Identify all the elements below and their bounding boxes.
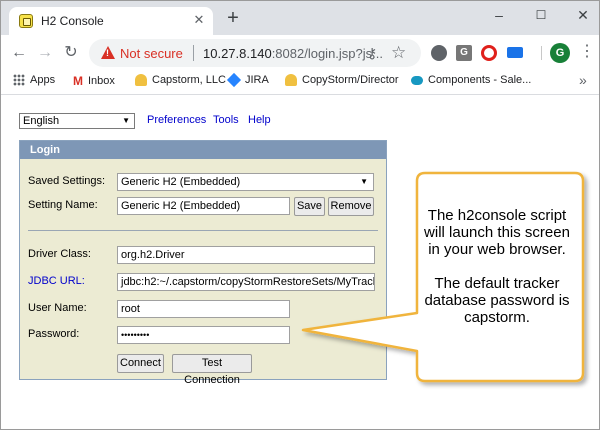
- callout-line-2: The default tracker database password is…: [424, 275, 570, 326]
- callout-text: The h2console script will launch this sc…: [421, 207, 573, 326]
- callout-line-1: The h2console script will launch this sc…: [424, 207, 570, 258]
- browser-window: H2 Console ✕ + – ☐ ✕ ← → ↻ Not secure 10…: [0, 0, 600, 430]
